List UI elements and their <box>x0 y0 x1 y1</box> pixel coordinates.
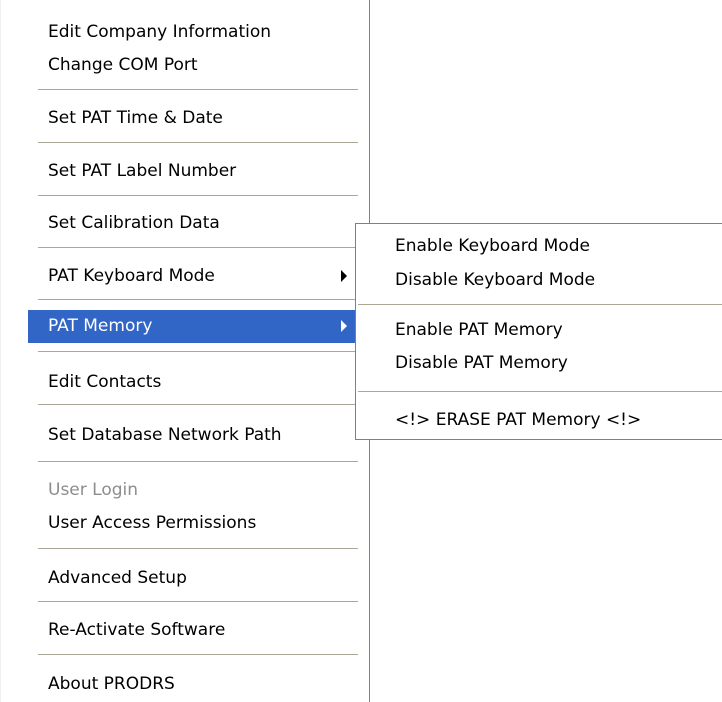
menu-item-user-access-permissions[interactable]: User Access Permissions <box>28 507 364 540</box>
menu-item-about-prodrs[interactable]: About PRODRS <box>28 668 364 701</box>
pat-submenu: Enable Keyboard Mode Disable Keyboard Mo… <box>355 223 722 440</box>
menu-item-re-activate-software[interactable]: Re-Activate Software <box>28 614 364 647</box>
menu-separator <box>38 142 358 144</box>
menu-separator <box>38 351 358 353</box>
menu-item-label: PAT Memory <box>48 316 153 336</box>
submenu-item-enable-keyboard-mode[interactable]: Enable Keyboard Mode <box>358 230 722 263</box>
submenu-item-disable-keyboard-mode[interactable]: Disable Keyboard Mode <box>358 264 722 297</box>
menu-item-set-database-network-path[interactable]: Set Database Network Path <box>28 419 364 452</box>
menu-separator <box>38 461 358 463</box>
menu-item-advanced-setup[interactable]: Advanced Setup <box>28 562 364 595</box>
submenu-arrow-icon <box>341 320 347 332</box>
menu-separator <box>38 89 358 91</box>
menu-item-set-pat-time-date[interactable]: Set PAT Time & Date <box>28 102 364 135</box>
menu-item-pat-memory[interactable]: PAT Memory <box>28 310 364 343</box>
menu-separator <box>38 247 358 249</box>
menu-item-edit-company-information[interactable]: Edit Company Information <box>28 16 364 49</box>
menu-separator <box>38 299 358 301</box>
menu-item-set-calibration-data[interactable]: Set Calibration Data <box>28 207 364 240</box>
menu-separator <box>358 391 722 393</box>
menu-separator <box>38 195 358 197</box>
menu-item-pat-keyboard-mode[interactable]: PAT Keyboard Mode <box>28 260 364 293</box>
submenu-item-enable-pat-memory[interactable]: Enable PAT Memory <box>358 314 722 347</box>
menu-item-label: PAT Keyboard Mode <box>48 266 215 286</box>
menu-item-change-com-port[interactable]: Change COM Port <box>28 49 364 82</box>
main-context-menu: Edit Company Information Change COM Port… <box>0 0 370 702</box>
menu-separator <box>38 601 358 603</box>
menu-item-edit-contacts[interactable]: Edit Contacts <box>28 366 364 399</box>
page: Edit Company Information Change COM Port… <box>0 0 722 702</box>
menu-separator <box>38 654 358 656</box>
menu-item-user-login: User Login <box>48 480 139 500</box>
menu-separator <box>38 404 358 406</box>
submenu-item-erase-pat-memory[interactable]: <!> ERASE PAT Memory <!> <box>358 404 722 437</box>
submenu-arrow-icon <box>341 270 347 282</box>
submenu-item-disable-pat-memory[interactable]: Disable PAT Memory <box>358 347 722 380</box>
menu-separator <box>358 304 722 306</box>
menu-separator <box>38 548 358 550</box>
menu-item-set-pat-label-number[interactable]: Set PAT Label Number <box>28 155 364 188</box>
